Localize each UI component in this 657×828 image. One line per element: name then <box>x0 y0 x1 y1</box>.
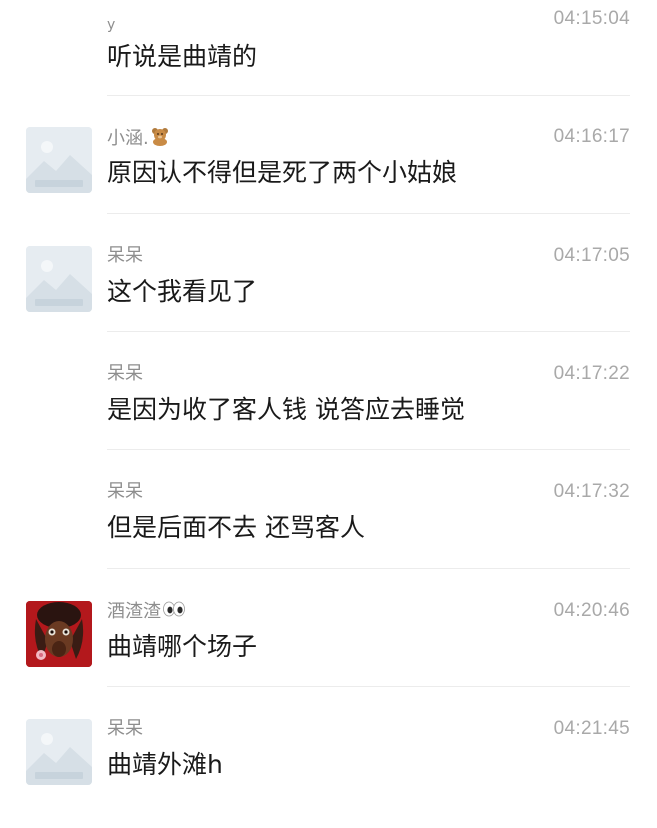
eyes-icon <box>162 600 186 624</box>
sender-name-text: 小涵. <box>107 128 149 149</box>
message-divider <box>107 213 630 214</box>
message-divider <box>107 449 630 450</box>
sender-name[interactable]: y <box>107 14 115 36</box>
sender-name-text: 酒渣渣 <box>107 601 161 622</box>
message-item[interactable]: 酒渣渣 04:20:46 曲靖哪个场子 <box>0 592 657 710</box>
image-placeholder-icon <box>26 246 92 312</box>
message-item[interactable]: 小涵. 04:16:17 原因认不得但是死了两个小姑娘 <box>0 118 657 236</box>
message-item[interactable]: y 04:15:04 听说是曲靖的 <box>0 0 657 118</box>
message-time: 04:17:05 <box>553 245 630 266</box>
message-text[interactable]: 曲靖外滩h <box>107 748 223 782</box>
sender-name[interactable]: 小涵. <box>107 126 170 152</box>
sender-name[interactable]: 酒渣渣 <box>107 600 186 624</box>
message-time: 04:21:45 <box>553 718 630 739</box>
sender-name[interactable]: 呆呆 <box>107 363 143 385</box>
teddy-bear-icon <box>150 126 170 152</box>
message-item[interactable]: 呆呆 04:17:05 这个我看见了 <box>0 237 657 355</box>
image-placeholder-icon <box>26 719 92 785</box>
message-item[interactable]: 呆呆 04:17:22 是因为收了客人钱 说答应去睡觉 <box>0 355 657 473</box>
message-text[interactable]: 但是后面不去 还骂客人 <box>107 511 365 545</box>
sender-name[interactable]: 呆呆 <box>107 481 143 503</box>
message-time: 04:16:17 <box>553 126 630 147</box>
dog-portrait-icon <box>26 601 92 667</box>
message-text[interactable]: 曲靖哪个场子 <box>107 630 257 664</box>
message-item[interactable]: 呆呆 04:21:45 曲靖外滩h <box>0 710 657 828</box>
message-divider <box>107 95 630 96</box>
avatar-photo[interactable] <box>26 601 92 667</box>
message-time: 04:15:04 <box>553 8 630 29</box>
message-divider <box>107 331 630 332</box>
message-item[interactable]: 呆呆 04:17:32 但是后面不去 还骂客人 <box>0 473 657 591</box>
sender-name[interactable]: 呆呆 <box>107 245 143 267</box>
message-text[interactable]: 原因认不得但是死了两个小姑娘 <box>107 156 457 190</box>
avatar-placeholder[interactable] <box>26 719 92 785</box>
image-placeholder-icon <box>26 127 92 193</box>
message-time: 04:17:22 <box>553 363 630 384</box>
sender-name[interactable]: 呆呆 <box>107 718 143 740</box>
avatar-placeholder[interactable] <box>26 127 92 193</box>
message-text[interactable]: 是因为收了客人钱 说答应去睡觉 <box>107 393 465 427</box>
avatar-placeholder[interactable] <box>26 246 92 312</box>
message-time: 04:20:46 <box>553 600 630 621</box>
message-text[interactable]: 听说是曲靖的 <box>107 40 257 74</box>
message-text[interactable]: 这个我看见了 <box>107 275 257 309</box>
message-time: 04:17:32 <box>553 481 630 502</box>
message-divider <box>107 686 630 687</box>
message-divider <box>107 568 630 569</box>
